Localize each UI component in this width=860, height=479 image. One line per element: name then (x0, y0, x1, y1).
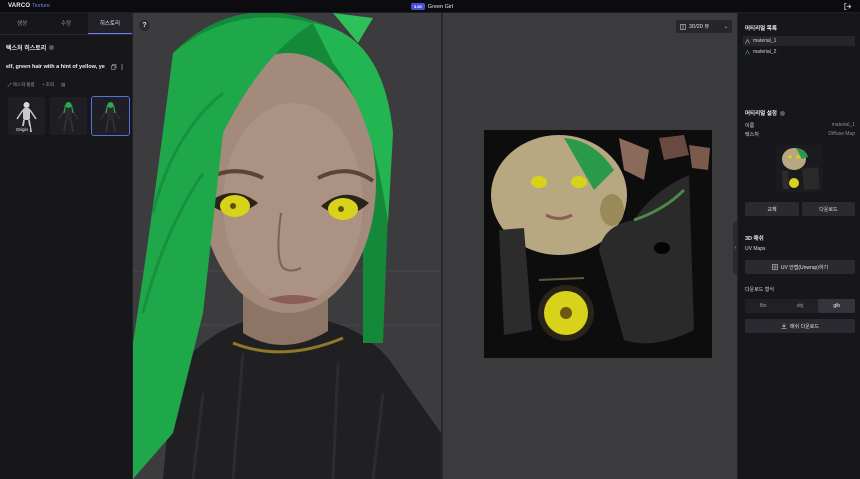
uv-texture-image (484, 130, 712, 358)
mesh-icon (745, 49, 750, 55)
mesh-download-button[interactable]: 매쉬 다운로드 (745, 319, 855, 333)
texture-preview (776, 145, 823, 192)
download-icon (781, 323, 787, 329)
help-button[interactable]: ? (139, 20, 150, 31)
project-title: 3.60 Green Girl (411, 2, 453, 11)
material-item[interactable]: material_2 (743, 47, 855, 57)
texture-preview-image (776, 145, 823, 192)
exit-icon[interactable] (843, 2, 852, 11)
view-label: 조회 (45, 82, 54, 87)
logo-text: VARCO (8, 3, 31, 9)
history-title: 텍스처 히스토리 (6, 43, 55, 52)
tab-edit[interactable]: 수정 (44, 13, 88, 34)
setting-row-texture: 텍스처 Diffuse Map (745, 131, 855, 138)
material-name: material_1 (753, 38, 777, 44)
thumbnail-label: Origin (14, 126, 31, 133)
material-settings-text: 머티리얼 설정 (745, 111, 777, 117)
prompt-text: elf, green hair with a hint of yellow, y… (6, 64, 105, 70)
left-panel: 생성 수정 히스토리 텍스처 히스토리 elf, green hair with… (0, 13, 133, 479)
material-item[interactable]: material_1 (743, 36, 855, 46)
tab-generate[interactable]: 생성 (0, 13, 44, 34)
uv-icon (772, 264, 778, 270)
uv-maps-label: UV Maps (745, 246, 766, 252)
logo-sub: Texture (32, 3, 51, 9)
view-mode-label: 3D/2D 뷰 (689, 24, 710, 30)
character-green-icon (100, 102, 121, 133)
app-logo[interactable]: VARCO Texture (8, 3, 50, 9)
merge-action[interactable]: ⤢ 텍스처 통합 (8, 82, 35, 88)
format-fbx[interactable]: fbx (745, 299, 782, 313)
chevron-down-icon: ⌄ (723, 23, 728, 30)
thumbnail-current[interactable] (91, 96, 130, 136)
copy-icon[interactable] (111, 64, 117, 70)
uv-unwrap-label: UV 언랩(Unwrap)하기 (780, 264, 829, 271)
material-settings-title: 머티리얼 설정 (745, 109, 785, 117)
mesh-download-label: 매쉬 다운로드 (790, 323, 819, 330)
uv-texture-map (484, 130, 712, 358)
view-action[interactable]: + 조회 (42, 82, 54, 88)
format-glb[interactable]: glb (818, 299, 856, 313)
tab-bar: 생성 수정 히스토리 (0, 13, 132, 35)
texture-download-button[interactable]: 다운로드 (802, 202, 855, 216)
split-view-icon (680, 23, 686, 30)
material-name: material_2 (753, 49, 777, 55)
setting-row-name: 이름 material_1 (745, 122, 855, 129)
history-title-text: 텍스처 히스토리 (6, 46, 47, 52)
mesh-section-title: 3D 매쉬 (745, 236, 764, 242)
character-green-icon (58, 102, 79, 133)
version-badge: 3.60 (411, 3, 425, 10)
history-actions: ⤢ 텍스처 통합 + 조회 ▤ (8, 82, 65, 88)
format-selector: fbx obj glb (745, 299, 856, 313)
setting-value: Diffuse Map (828, 131, 855, 137)
view-mode-select[interactable]: 3D/2D 뷰 ⌄ (676, 20, 732, 33)
thumbnail-version[interactable] (50, 97, 87, 135)
merge-label: 텍스처 통합 (12, 82, 35, 87)
download-format-label: 다운로드 형식 (745, 287, 774, 293)
tab-history[interactable]: 히스토리 (88, 13, 132, 34)
format-obj[interactable]: obj (782, 299, 819, 313)
info-icon[interactable] (779, 110, 785, 116)
setting-key: 이름 (745, 123, 755, 129)
thumbnail-origin[interactable]: Origin (8, 97, 45, 135)
more-icon[interactable] (119, 64, 125, 70)
uv-unwrap-button[interactable]: UV 언랩(Unwrap)하기 (745, 260, 855, 274)
material-list-title: 머티리얼 목록 (745, 26, 777, 32)
viewport-3d[interactable] (133, 13, 441, 479)
history-item[interactable]: elf, green hair with a hint of yellow, y… (6, 64, 128, 70)
setting-value: material_1 (831, 122, 855, 128)
delete-action[interactable]: ▤ (61, 82, 65, 88)
history-thumbnails: Origin (8, 96, 130, 136)
setting-key: 텍스처 (745, 132, 759, 138)
character-render (133, 13, 441, 479)
top-bar: VARCO Texture 3.60 Green Girl (0, 0, 860, 13)
replace-button[interactable]: 교체 (745, 202, 799, 216)
mesh-icon (745, 38, 750, 44)
info-icon[interactable] (49, 45, 55, 50)
project-name: Green Girl (427, 3, 454, 10)
